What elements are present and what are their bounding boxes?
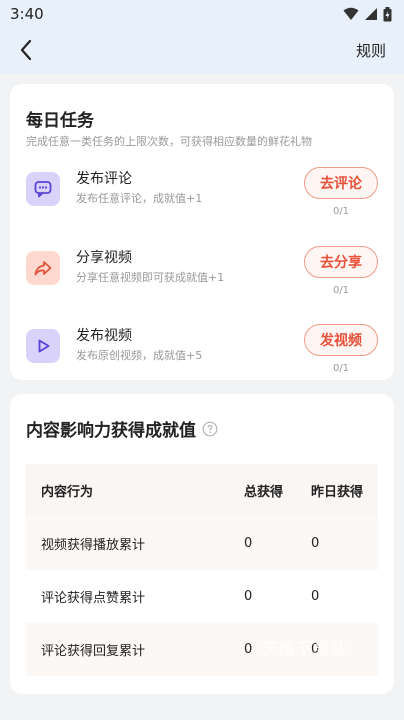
task-progress: 0/1 (332, 363, 350, 374)
rules-link[interactable]: 规则 (356, 40, 386, 61)
task-name: 分享视频 (76, 250, 132, 266)
play-icon (26, 329, 60, 363)
task-desc: 发布任意评论，成就值+1 (76, 192, 203, 205)
status-bar: 3:40 (0, 0, 404, 28)
task-name: 发布评论 (76, 171, 132, 187)
header-yesterday: 昨日获得 (311, 485, 364, 500)
row-total: 0 (244, 589, 253, 604)
task-item-comment: 发布评论 发布任意评论，成就值+1 去评论 0/1 (26, 167, 378, 228)
task-item-video: 发布视频 发布原创视频，成就值+5 发视频 0/1 (26, 324, 378, 385)
task-desc: 分享任意视频即可获成就值+1 (76, 271, 225, 284)
battery-icon (383, 6, 392, 21)
signal-icon (365, 8, 377, 20)
chevron-left-icon (20, 39, 32, 61)
daily-tasks-card: 每日任务 完成任意一类任务的上限次数，可获得相应数量的鲜花礼物 发布评论 发布任… (10, 84, 394, 380)
row-total: 0 (244, 642, 253, 657)
share-icon (26, 251, 60, 285)
status-icons (343, 6, 392, 22)
row-behavior: 评论获得点赞累计 (41, 591, 146, 606)
task-item-share: 分享视频 分享任意视频即可获成就值+1 去分享 0/1 (26, 246, 378, 307)
row-yesterday: 0 (311, 589, 320, 604)
status-time: 3:40 (10, 5, 44, 23)
task-progress: 0/1 (332, 206, 350, 217)
table-header-row: 内容行为 总获得 昨日获得 (26, 464, 378, 517)
task-desc: 发布原创视频，成就值+5 (76, 349, 203, 362)
back-button[interactable] (12, 36, 40, 64)
row-yesterday: 0 (311, 536, 320, 551)
watermark: 天暗下载站 (262, 639, 348, 658)
row-behavior: 评论获得回复累计 (41, 644, 146, 659)
post-video-button[interactable]: 发视频 (304, 324, 378, 356)
wifi-icon (343, 7, 359, 20)
go-share-button[interactable]: 去分享 (304, 246, 378, 278)
influence-title: 内容影响力获得成就值 (26, 421, 196, 441)
daily-tasks-subtitle: 完成任意一类任务的上限次数，可获得相应数量的鲜花礼物 (26, 135, 312, 148)
daily-tasks-title: 每日任务 (26, 111, 94, 131)
go-comment-button[interactable]: 去评论 (304, 167, 378, 199)
row-total: 0 (244, 536, 253, 551)
row-behavior: 视频获得播放累计 (41, 538, 146, 553)
table-row: 评论获得点赞累计 0 0 (26, 570, 378, 623)
task-name: 发布视频 (76, 328, 132, 344)
help-icon[interactable] (202, 421, 218, 437)
top-bar: 3:40 规则 (0, 0, 404, 74)
nav-bar: 规则 (0, 30, 404, 70)
header-behavior: 内容行为 (41, 485, 94, 500)
task-progress: 0/1 (332, 285, 350, 296)
header-total: 总获得 (244, 485, 284, 500)
table-row: 视频获得播放累计 0 0 (26, 517, 378, 570)
influence-title-row: 内容影响力获得成就值 (26, 416, 218, 441)
comment-icon (26, 172, 60, 206)
